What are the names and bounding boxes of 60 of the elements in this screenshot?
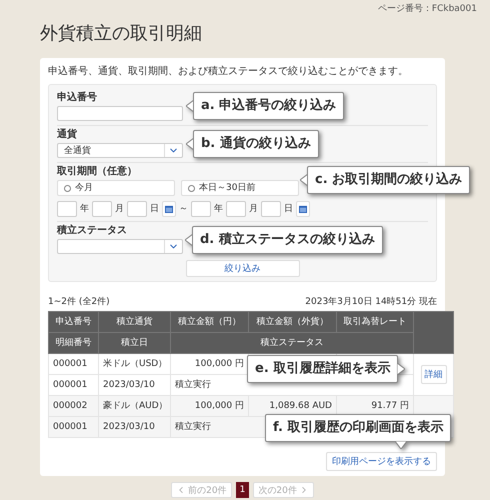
calendar-icon (165, 205, 173, 213)
calendar-button[interactable] (296, 201, 310, 217)
page-number: ページ番号：FCkba001 (376, 2, 477, 15)
field-label: 取引期間（任意） (57, 166, 137, 178)
radio-option[interactable]: 今月 (57, 180, 175, 196)
table-cell: 000001 (48, 416, 98, 438)
table-cell: 2023/03/10 (98, 416, 170, 438)
radio-option[interactable]: 本日～30日前 (181, 180, 299, 196)
callout: b. 通貨の絞り込み (193, 130, 319, 158)
timestamp: 2023年3月10日 14時51分 現在 (305, 296, 437, 308)
callout: c. お取引期間の絞り込み (307, 166, 470, 194)
select-field[interactable]: 全通貨 (57, 143, 183, 158)
filter-description: 申込番号、通貨、取引期間、および積立ステータスで絞り込むことができます。 (48, 66, 409, 78)
column-header: 積立金額（円） (170, 312, 248, 332)
date-field[interactable] (191, 201, 211, 217)
table-cell: 豪ドル（AUD） (98, 396, 170, 416)
callout: d. 積立ステータスの絞り込み (192, 226, 383, 254)
date-unit: 年 (80, 203, 89, 215)
input-field[interactable] (57, 106, 183, 121)
column-header: 取引為替レート (336, 312, 414, 332)
table-cell: 000001 (48, 374, 98, 396)
table-cell: 100,000 円 (170, 354, 248, 374)
column-header: 申込番号 (48, 312, 98, 332)
field-label: 申込番号 (57, 92, 97, 104)
date-unit: 年 (214, 203, 223, 215)
calendar-icon (299, 205, 307, 213)
table-cell: 000002 (48, 396, 98, 416)
date-field[interactable] (57, 201, 77, 217)
calendar-button[interactable] (162, 201, 176, 217)
callout: a. 申込番号の絞り込み (193, 92, 344, 120)
table-cell: 000001 (48, 354, 98, 374)
detail-button[interactable]: 詳細 (420, 365, 446, 384)
date-field[interactable] (226, 201, 246, 217)
select-field[interactable] (57, 239, 183, 254)
field-label: 積立ステータス (57, 225, 127, 237)
table-cell: 米ドル（USD） (98, 354, 170, 374)
field-label: 通貨 (57, 129, 77, 141)
callout: f. 取引履歴の印刷画面を表示 (265, 414, 452, 442)
page-title: 外貨積立の取引明細 (40, 23, 203, 45)
page-number-button[interactable]: 1 (236, 482, 250, 498)
date-unit: 月 (249, 203, 258, 215)
callout-pointer-icon (397, 363, 406, 375)
column-header: 積立ステータス (170, 332, 414, 354)
date-unit: 月 (115, 203, 124, 215)
filter-button[interactable]: 絞り込み (186, 260, 300, 277)
column-header: 積立通貨 (98, 312, 170, 332)
date-field[interactable] (92, 201, 112, 217)
date-field[interactable] (127, 201, 147, 217)
result-count: 1~2件 (全2件) (48, 296, 110, 308)
column-header: 積立日 (98, 332, 170, 354)
table-cell: 100,000 円 (170, 396, 248, 416)
print-page-button[interactable]: 印刷用ページを表示する (326, 452, 437, 471)
column-header: 積立金額（外貨） (248, 312, 336, 332)
date-unit: 日 (150, 203, 159, 215)
range-separator: ～ (179, 203, 188, 215)
callout-pointer-icon (395, 441, 407, 449)
date-unit: 日 (284, 203, 293, 215)
column-header: 明細番号 (48, 332, 98, 354)
table-cell: 2023/03/10 (98, 374, 170, 396)
date-field[interactable] (261, 201, 281, 217)
